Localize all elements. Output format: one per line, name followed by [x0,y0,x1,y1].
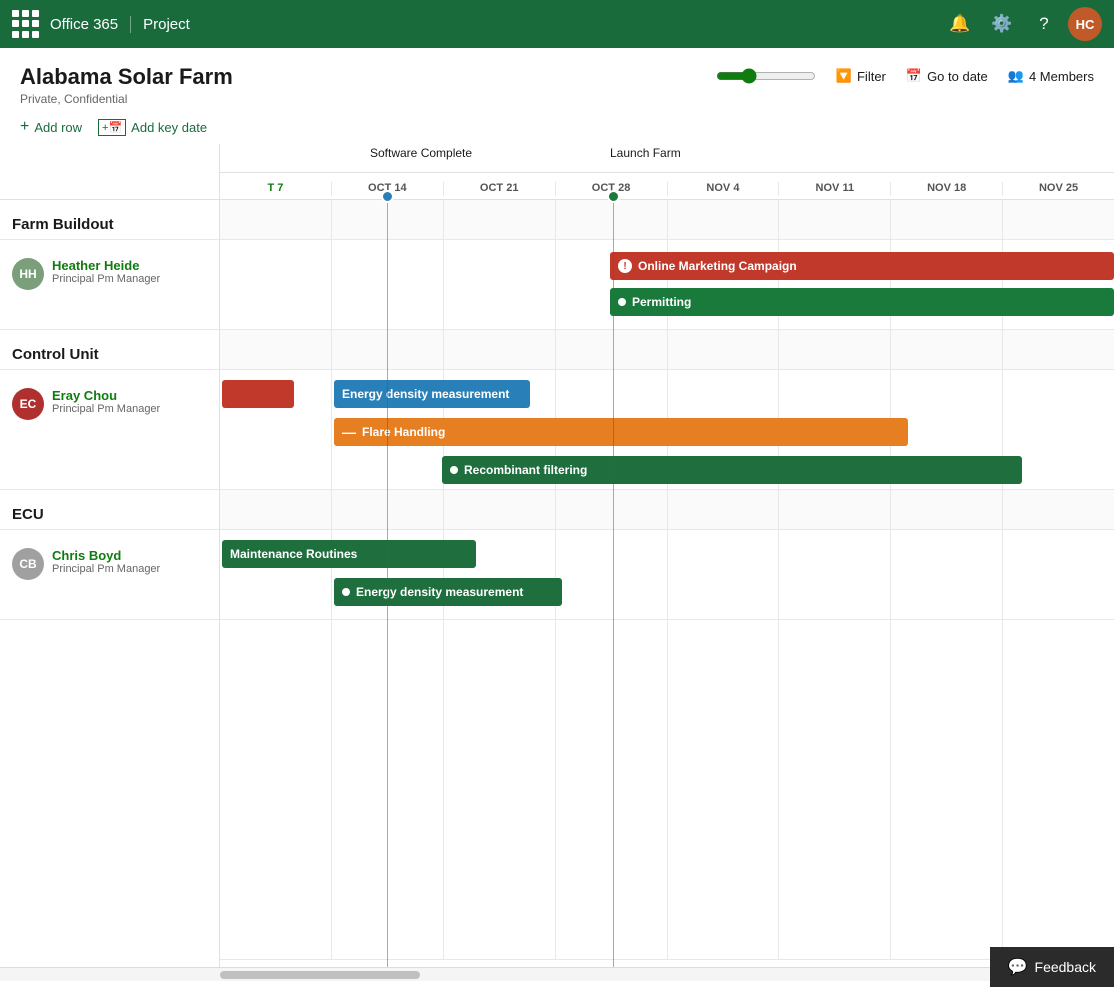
members-button[interactable]: 👥 4 Members [1008,68,1094,84]
date-nov18: NOV 18 [891,182,1003,196]
milestone-launch-farm: Launch Farm [610,146,681,160]
apps-icon[interactable] [12,10,40,38]
header-controls: 🔽 Filter 📅 Go to date 👥 4 Members [716,68,1094,84]
gantt-row-control-unit: Energy density measurement — Flare Handl… [220,370,1114,490]
milestone-software-complete: Software Complete [370,146,472,160]
brand-label[interactable]: Office 365 [50,16,131,33]
section-title-farm: Farm Buildout [0,200,219,240]
gantt-section-header-farm [220,200,1114,240]
dot-icon-2 [450,466,458,474]
project-subtitle: Private, Confidential [20,92,233,106]
calendar-icon: 📅 [906,68,922,84]
project-info: Alabama Solar Farm Private, Confidential [20,64,233,106]
feedback-button[interactable]: 💬 Feedback [990,947,1114,987]
gantt-right: Software Complete Launch Farm T 7 OCT 14… [220,144,1114,967]
gantt-header-cell [779,200,891,239]
nav-icons: 🔔 ⚙️ ? HC [942,6,1102,42]
gear-icon[interactable]: ⚙️ [984,6,1020,42]
gantt-section-header-ecu [220,490,1114,530]
person-info-chris: Chris Boyd Principal Pm Manager [52,548,160,575]
toolbar: + Add row +📅 Add key date [0,114,1114,144]
gantt-header-cell [891,200,1003,239]
date-nov25: NOV 25 [1003,182,1114,196]
calendar-plus-icon: +📅 [98,119,126,136]
section-ecu: ECU CB Chris Boyd Principal Pm Manager [0,490,219,620]
date-nov11: NOV 11 [779,182,891,196]
avatar-eray: EC [12,388,44,420]
gantt-header-cell [668,200,780,239]
left-panel: Farm Buildout HH Heather Heide Principal… [0,144,220,967]
person-info-eray: Eray Chou Principal Pm Manager [52,388,160,415]
scrollbar-thumb[interactable] [220,971,420,979]
timeline-header: Software Complete Launch Farm T 7 OCT 14… [220,144,1114,200]
add-key-date-button[interactable]: +📅 Add key date [98,118,207,136]
bell-icon[interactable]: 🔔 [942,6,978,42]
plus-icon: + [20,118,29,136]
milestone-dot-launch [607,190,620,203]
person-chris: CB Chris Boyd Principal Pm Manager [0,530,219,620]
dash-icon: — [342,424,356,440]
gantt-header-cell [444,200,556,239]
gantt-row-farm-buildout: ! Online Marketing Campaign Permitting [220,240,1114,330]
dot-icon [618,298,626,306]
filter-button[interactable]: 🔽 Filter [836,68,886,84]
people-icon: 👥 [1008,68,1024,84]
app-label: Project [143,16,942,33]
timeline-dates: T 7 OCT 14 OCT 21 OCT 28 NOV 4 NOV 11 NO… [220,172,1114,200]
bar-recombinant[interactable]: Recombinant filtering [442,456,1022,484]
page-header: Alabama Solar Farm Private, Confidential… [0,48,1114,114]
gantt-section-header-control [220,330,1114,370]
date-oct7: T 7 [220,182,332,196]
bar-energy-density-control[interactable]: Energy density measurement [334,380,530,408]
gantt-empty-area [220,620,1114,960]
gantt-wrapper: Farm Buildout HH Heather Heide Principal… [0,144,1114,967]
avatar-chris: CB [12,548,44,580]
milestone-line-software [387,200,388,967]
zoom-slider[interactable] [716,68,816,84]
gantt-header-cell [556,200,668,239]
bar-energy-density-ecu[interactable]: Energy density measurement [334,578,562,606]
gantt-header-cell [1003,200,1114,239]
gantt-header-cell [220,200,332,239]
filter-icon: 🔽 [836,68,852,84]
date-oct21: OCT 21 [444,182,556,196]
milestone-line-launch [613,200,614,967]
section-title-control: Control Unit [0,330,219,370]
bar-control-red[interactable] [222,380,294,408]
bar-online-marketing[interactable]: ! Online Marketing Campaign [610,252,1114,280]
goto-date-button[interactable]: 📅 Go to date [906,68,988,84]
page-title: Alabama Solar Farm [20,64,233,90]
gantt-body: ! Online Marketing Campaign Permitting [220,200,1114,967]
section-title-ecu: ECU [0,490,219,530]
exclaim-icon: ! [618,259,632,273]
bar-flare-handling[interactable]: — Flare Handling [334,418,908,446]
bar-maintenance[interactable]: Maintenance Routines [222,540,476,568]
topnav: Office 365 Project 🔔 ⚙️ ? HC [0,0,1114,48]
milestones-row: Software Complete Launch Farm [220,144,1114,172]
milestone-dot-software [381,190,394,203]
avatar[interactable]: HC [1068,7,1102,41]
section-farm-buildout: Farm Buildout HH Heather Heide Principal… [0,200,219,330]
date-nov4: NOV 4 [668,182,780,196]
gantt-row-ecu: Maintenance Routines Energy density meas… [220,530,1114,620]
person-info-heather: Heather Heide Principal Pm Manager [52,258,160,285]
bar-permitting[interactable]: Permitting [610,288,1114,316]
person-heather: HH Heather Heide Principal Pm Manager [0,240,219,330]
help-icon[interactable]: ? [1026,6,1062,42]
feedback-icon: 💬 [1008,957,1028,977]
person-eray: EC Eray Chou Principal Pm Manager [0,370,219,490]
avatar-heather: HH [12,258,44,290]
dot-icon-3 [342,588,350,596]
section-control-unit: Control Unit EC Eray Chou Principal Pm M… [0,330,219,490]
add-row-button[interactable]: + Add row [20,118,82,136]
